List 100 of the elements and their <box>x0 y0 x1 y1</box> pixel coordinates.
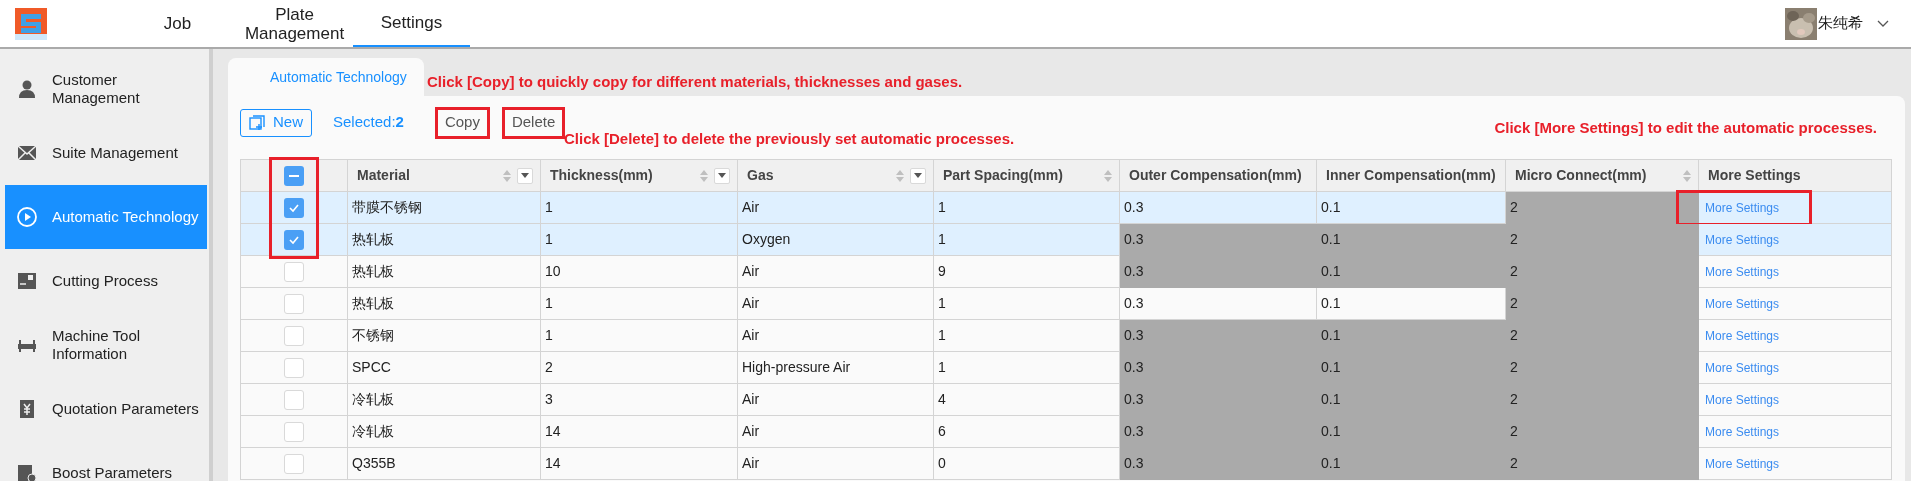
filter-dropdown-button[interactable] <box>910 167 926 184</box>
table-cell: 0.3 <box>1120 256 1317 288</box>
table-cell: 2 <box>541 352 738 384</box>
table-cell: 不锈钢 <box>348 320 541 352</box>
caret-down-icon <box>521 172 529 179</box>
row-checkbox[interactable] <box>284 357 304 378</box>
table-cell: 0.3 <box>1120 448 1317 480</box>
sort-icon[interactable] <box>700 169 708 182</box>
header-checkbox[interactable] <box>284 165 304 186</box>
sidebar-item[interactable]: Suite Management <box>5 121 207 185</box>
table-cell: 0.1 <box>1317 384 1506 416</box>
row-checkbox[interactable] <box>284 421 304 442</box>
table-cell: 0.3 <box>1120 384 1317 416</box>
row-checkbox[interactable] <box>284 261 304 282</box>
filter-dropdown-button[interactable] <box>517 167 533 184</box>
table-cell: 10 <box>541 256 738 288</box>
row-checkbox[interactable] <box>284 293 304 314</box>
table-cell: 0.1 <box>1317 416 1506 448</box>
nav-tab[interactable]: Job <box>119 0 236 47</box>
cutting-machine-icon <box>17 271 37 291</box>
table-cell: 1 <box>934 320 1120 352</box>
sort-icon[interactable] <box>896 169 904 182</box>
table-cell: Air <box>738 320 934 352</box>
row-checkbox[interactable] <box>284 325 304 346</box>
sidebar-item[interactable]: Quotation Parameters <box>5 377 207 441</box>
table-cell: Air <box>738 448 934 480</box>
app-logo <box>15 7 47 40</box>
column-header: Micro Connect(mm) <box>1515 166 1648 185</box>
table-cell: 热轧板 <box>348 256 541 288</box>
table-cell: 0.3 <box>1120 288 1317 320</box>
table-cell: 0.1 <box>1317 448 1506 480</box>
table-cell: 4 <box>934 384 1120 416</box>
filter-dropdown-button[interactable] <box>714 167 730 184</box>
sidebar-item[interactable]: Machine Tool Information <box>5 313 207 377</box>
person-icon <box>17 79 37 99</box>
table-cell: 热轧板 <box>348 224 541 256</box>
table-cell: 0.3 <box>1120 224 1317 256</box>
row-checkbox[interactable] <box>284 389 304 410</box>
add-icon <box>249 114 265 131</box>
toolbar-button[interactable]: Copy <box>434 106 490 139</box>
toolbar-button[interactable]: Delete <box>501 106 566 139</box>
table-cell: 2 <box>1506 352 1699 384</box>
row-checkbox[interactable] <box>284 229 304 250</box>
table-cell: Oxygen <box>738 224 934 256</box>
table-cell: 冷轧板 <box>348 384 541 416</box>
column-header: Thickness(mm) <box>550 166 654 185</box>
row-checkbox[interactable] <box>284 453 304 474</box>
table-cell: 0.3 <box>1120 416 1317 448</box>
column-header: More Settings <box>1708 166 1802 185</box>
delete-hint: Click [Delete] to delete the previously set automatic processes. <box>564 129 1015 149</box>
table-cell: 14 <box>541 448 738 480</box>
table-cell: 2 <box>1506 320 1699 352</box>
table-cell: High-pressure Air <box>738 352 934 384</box>
nav-tab[interactable]: Plate Management <box>236 0 353 47</box>
table-cell: 1 <box>934 224 1120 256</box>
table-cell: 0.1 <box>1317 192 1506 224</box>
table-cell: 热轧板 <box>348 288 541 320</box>
chevron-down-icon[interactable] <box>1877 19 1889 28</box>
caret-down-icon <box>914 172 922 179</box>
table-cell: 0.1 <box>1317 256 1506 288</box>
copy-hint: Click [Copy] to quickly copy for different materials, thicknesses and gases. <box>427 72 963 92</box>
column-header: Gas <box>747 166 775 185</box>
play-icon <box>17 207 37 227</box>
sort-icon[interactable] <box>1104 169 1112 182</box>
table-cell: 2 <box>1506 416 1699 448</box>
table-cell: Air <box>738 416 934 448</box>
table-cell: 14 <box>541 416 738 448</box>
column-header: Inner Compensation(mm) <box>1326 166 1497 185</box>
table-cell: 2 <box>1506 288 1699 320</box>
table-cell: 0.1 <box>1317 320 1506 352</box>
table-cell: 1 <box>934 288 1120 320</box>
table-cell: 1 <box>541 320 738 352</box>
user-name[interactable]: 朱纯希 <box>1818 12 1863 35</box>
caret-down-icon <box>718 172 726 179</box>
table-cell: 2 <box>1506 224 1699 256</box>
sidebar-item[interactable]: Cutting Process <box>5 249 207 313</box>
sidebar-item[interactable]: Customer Management <box>5 57 207 121</box>
nav-tab[interactable]: Settings <box>353 0 470 47</box>
more-settings-hint: Click [More Settings] to edit the automatic processes. <box>1494 118 1877 138</box>
table-cell: Q355B <box>348 448 541 480</box>
table-cell: 0.1 <box>1317 224 1506 256</box>
table-cell: 1 <box>934 192 1120 224</box>
row-checkbox[interactable] <box>284 197 304 218</box>
table-cell: 0.1 <box>1317 352 1506 384</box>
column-header: Material <box>357 166 411 185</box>
table-cell: 1 <box>541 224 738 256</box>
table-cell: 3 <box>541 384 738 416</box>
sidebar-item[interactable]: Boost Parameters <box>5 441 207 481</box>
table-cell: 2 <box>1506 448 1699 480</box>
table-cell: 带膜不锈钢 <box>348 192 541 224</box>
table-cell: 0.3 <box>1120 352 1317 384</box>
table-cell: 0.1 <box>1317 288 1506 320</box>
sort-icon[interactable] <box>1683 169 1691 182</box>
table-cell: Air <box>738 256 934 288</box>
envelope-icon <box>17 143 37 163</box>
table-cell: 0.3 <box>1120 192 1317 224</box>
table-cell: SPCC <box>348 352 541 384</box>
sort-icon[interactable] <box>503 169 511 182</box>
table-cell: 0.3 <box>1120 320 1317 352</box>
selected-count: Selected:2 <box>333 112 404 133</box>
